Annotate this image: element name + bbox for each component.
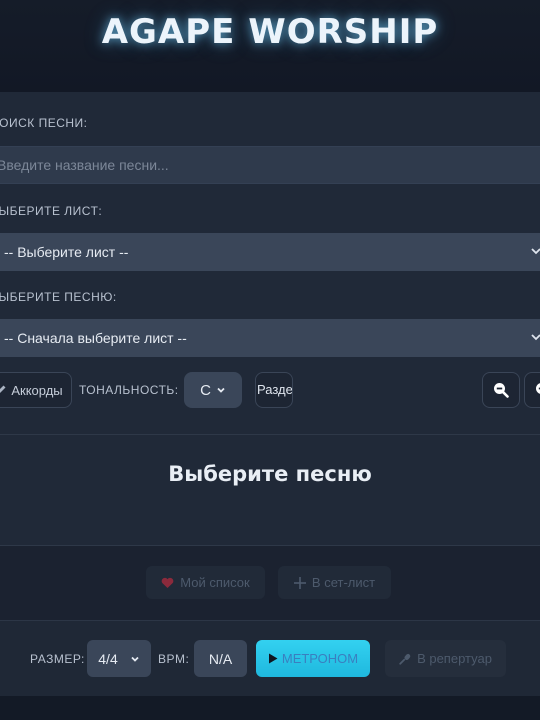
song-select-label: Выберите песню:	[0, 290, 117, 304]
sheet-select[interactable]: -- Выберите лист --	[0, 233, 540, 271]
chevron-down-icon	[131, 656, 139, 662]
song-select-value: -- Сначала выберите лист --	[4, 330, 187, 346]
song-controls: Аккорды ТОНАЛЬНОСТЬ: C Разделы	[0, 370, 540, 410]
time-signature-select[interactable]: 4/4	[87, 640, 151, 677]
chevron-down-icon	[531, 334, 540, 341]
song-display: Выберите песню	[0, 434, 540, 546]
heart-icon	[161, 577, 174, 588]
pencil-icon	[0, 385, 6, 394]
key-label: ТОНАЛЬНОСТЬ:	[79, 383, 179, 397]
setlist-button-label: В сет-лист	[311, 575, 376, 590]
sections-button[interactable]: Разделы	[255, 372, 293, 408]
chords-button-label: Аккорды	[11, 382, 63, 398]
key-select[interactable]: C	[184, 372, 242, 408]
metronome-bar: РАЗМЕР: 4/4 BPM: N/A МЕТРОНОМ В репертуа…	[0, 620, 540, 696]
metronome-button[interactable]: МЕТРОНОМ	[256, 640, 370, 677]
add-to-setlist-button[interactable]: В сет-лист	[278, 566, 391, 599]
chevron-down-icon	[217, 387, 225, 393]
bpm-input[interactable]: N/A	[194, 640, 247, 677]
key-value: C	[200, 381, 211, 399]
zoom-in-icon	[536, 383, 540, 394]
bpm-value: N/A	[208, 650, 233, 667]
search-label: Поиск песни:	[0, 116, 88, 130]
sheet-select-value: -- Выберите лист --	[4, 244, 129, 260]
song-actions: Мой список В сет-лист	[0, 546, 540, 620]
metronome-button-label: МЕТРОНОМ	[281, 651, 359, 666]
microphone-icon	[399, 653, 411, 665]
song-select[interactable]: -- Сначала выберите лист --	[0, 319, 540, 357]
time-signature-value: 4/4	[98, 650, 118, 667]
page-bottom	[0, 696, 540, 720]
search-field[interactable]	[0, 146, 540, 184]
chevron-down-icon	[531, 248, 540, 255]
favorites-button-label: Мой список	[180, 575, 250, 590]
play-icon	[268, 653, 278, 664]
zoom-out-icon	[494, 383, 509, 398]
zoom-in-button[interactable]	[524, 372, 540, 408]
bpm-label: BPM:	[158, 652, 190, 666]
add-to-repertoire-button[interactable]: В репертуар	[385, 640, 506, 677]
plus-icon	[293, 576, 306, 589]
repertoire-button-label: В репертуар	[417, 651, 492, 666]
search-input[interactable]	[0, 157, 540, 173]
chords-toggle-button[interactable]: Аккорды	[0, 372, 72, 408]
app-header: AGAPE WORSHIP	[0, 0, 540, 92]
zoom-out-button[interactable]	[482, 372, 520, 408]
sheet-select-label: Выберите лист:	[0, 204, 103, 218]
app-title: AGAPE WORSHIP	[101, 12, 439, 52]
time-signature-label: РАЗМЕР:	[30, 652, 85, 666]
song-placeholder-title: Выберите песню	[168, 462, 372, 486]
sections-button-label: Разделы	[257, 382, 293, 397]
favorites-button[interactable]: Мой список	[146, 566, 265, 599]
